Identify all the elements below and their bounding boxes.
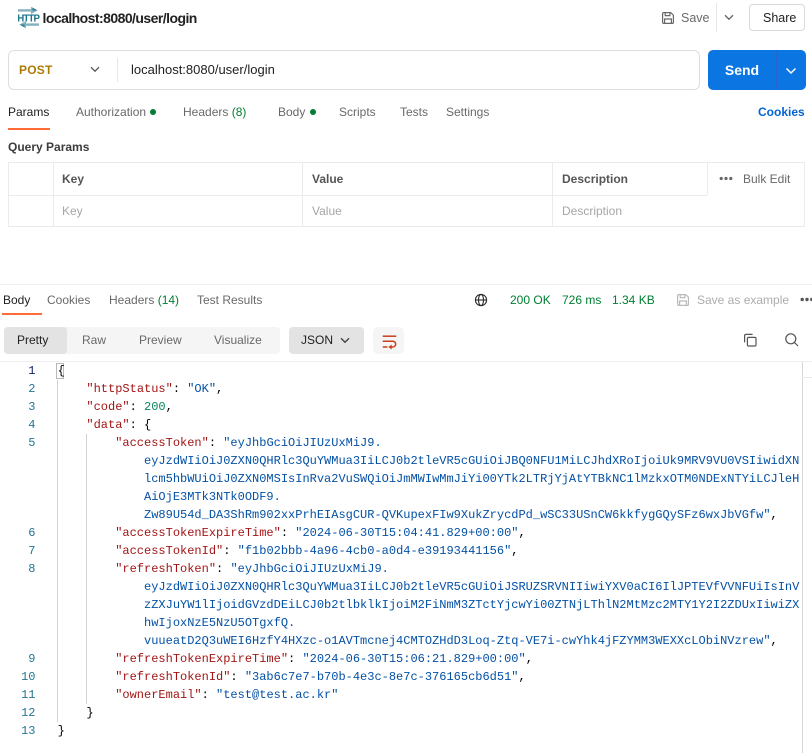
svg-text:HTTP: HTTP — [18, 14, 40, 25]
